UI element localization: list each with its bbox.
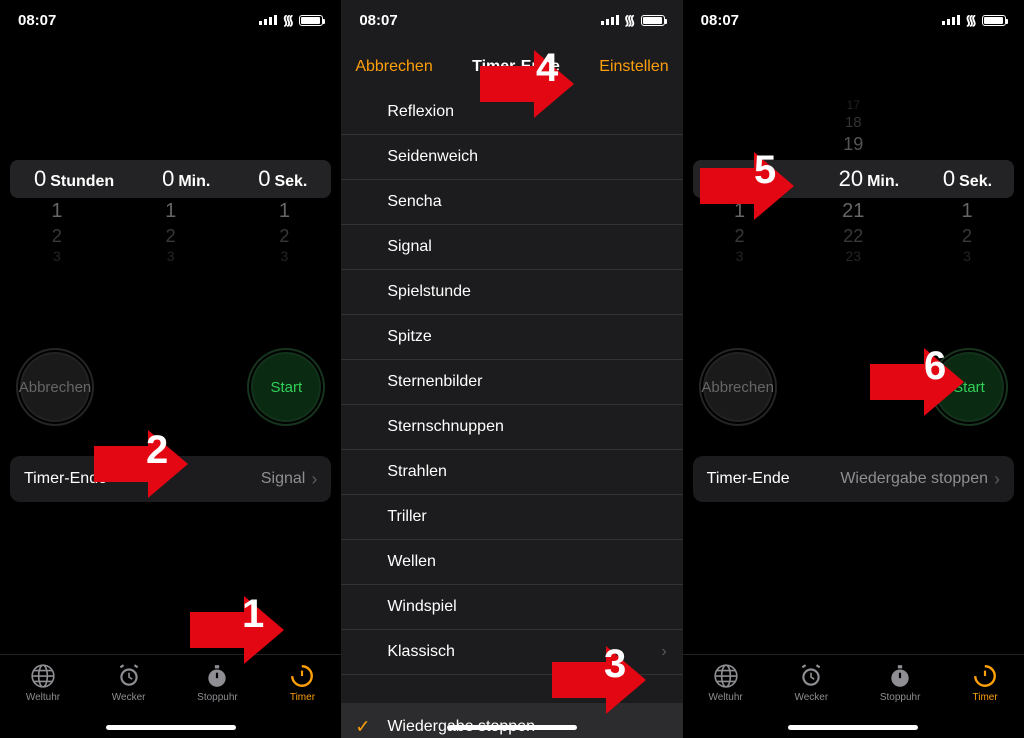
sound-list[interactable]: Reflexion Seidenweich Sencha Signal Spie… [341, 90, 682, 675]
modal-header: Abbrechen Timer-Ende Einstellen [341, 40, 682, 90]
time-picker[interactable]: 0Stunden 0Min. 0Sek. 111 222 333 [0, 160, 341, 198]
tab-stoppuhr[interactable]: Stoppuhr [197, 663, 238, 703]
chevron-right-icon: › [661, 643, 666, 661]
status-icons: ᯾ [259, 11, 323, 30]
sound-option[interactable]: Reflexion [341, 90, 682, 135]
status-time: 08:07 [18, 12, 56, 29]
tab-bar: Weltuhr Wecker Stoppuhr Timer [683, 654, 1024, 738]
sound-option[interactable]: Seidenweich [341, 135, 682, 180]
cancel-button[interactable]: Abbrechen [16, 348, 94, 426]
sound-option[interactable]: Spitze [341, 315, 682, 360]
classic-row[interactable]: Klassisch › [341, 630, 682, 675]
status-time: 08:07 [701, 12, 739, 29]
start-button[interactable]: Start [930, 348, 1008, 426]
tab-timer[interactable]: Timer [289, 663, 315, 703]
wifi-icon: ᯾ [282, 11, 294, 30]
status-time: 08:07 [359, 12, 397, 29]
cellular-icon [942, 15, 960, 25]
timer-end-value: Wiedergabe stoppen [840, 470, 988, 488]
sound-option[interactable]: Spielstunde [341, 270, 682, 315]
sound-option[interactable]: Triller [341, 495, 682, 540]
globe-icon [713, 663, 739, 689]
status-bar: 08:07 ᯾ [0, 0, 341, 40]
screen-2-timer-end-modal: 08:07 ᯾ Abbrechen Timer-Ende Einstellen … [341, 0, 682, 738]
chevron-right-icon: › [994, 470, 1000, 488]
alarm-icon [116, 663, 142, 689]
screen-3-timer: 08:07 ᯾ 17 18 19 0Stunden 20Min. 0Sek. 1… [683, 0, 1024, 738]
start-button[interactable]: Start [247, 348, 325, 426]
wifi-icon: ᯾ [965, 11, 977, 30]
status-icons: ᯾ [601, 11, 665, 30]
status-icons: ᯾ [942, 11, 1006, 30]
modal-cancel-button[interactable]: Abbrechen [355, 58, 432, 76]
checkmark-icon: ✓ [355, 717, 370, 738]
home-indicator[interactable] [788, 725, 918, 730]
timer-end-row[interactable]: Timer-Ende Wiedergabe stoppen › [693, 456, 1014, 502]
sound-option[interactable]: Signal [341, 225, 682, 270]
home-indicator[interactable] [106, 725, 236, 730]
wifi-icon: ᯾ [624, 11, 636, 30]
modal-set-button[interactable]: Einstellen [599, 58, 668, 76]
tab-timer[interactable]: Timer [972, 663, 998, 703]
status-bar: 08:07 ᯾ [341, 0, 682, 40]
battery-icon [299, 15, 323, 26]
stopwatch-icon [887, 663, 913, 689]
picker-selected-row: 0Stunden 20Min. 0Sek. [693, 160, 1014, 198]
status-bar: 08:07 ᯾ [683, 0, 1024, 40]
timer-end-row[interactable]: Timer-Ende Signal › [10, 456, 331, 502]
cancel-button[interactable]: Abbrechen [699, 348, 777, 426]
cellular-icon [259, 15, 277, 25]
tab-weltuhr[interactable]: Weltuhr [708, 663, 742, 703]
timer-end-label: Timer-Ende [24, 470, 107, 488]
screen-1-timer: 08:07 ᯾ 0Stunden 0Min. 0Sek. 111 222 333… [0, 0, 341, 738]
timer-icon [972, 663, 998, 689]
battery-icon [982, 15, 1006, 26]
battery-icon [641, 15, 665, 26]
sound-option[interactable]: Sternenbilder [341, 360, 682, 405]
tab-wecker[interactable]: Wecker [794, 663, 828, 703]
timer-end-label: Timer-Ende [707, 470, 790, 488]
sound-option[interactable]: Wellen [341, 540, 682, 585]
chevron-right-icon: › [311, 470, 317, 488]
modal-title: Timer-Ende [472, 58, 560, 76]
sound-option[interactable]: Sencha [341, 180, 682, 225]
stopwatch-icon [204, 663, 230, 689]
home-indicator[interactable] [447, 725, 577, 730]
tab-bar: Weltuhr Wecker Stoppuhr Timer [0, 654, 341, 738]
sound-option[interactable]: Windspiel [341, 585, 682, 630]
tab-wecker[interactable]: Wecker [112, 663, 146, 703]
cellular-icon [601, 15, 619, 25]
tab-stoppuhr[interactable]: Stoppuhr [880, 663, 921, 703]
sound-option[interactable]: Sternschnuppen [341, 405, 682, 450]
globe-icon [30, 663, 56, 689]
stop-playback-row[interactable]: ✓ Wiedergabe stoppen [341, 703, 682, 738]
time-picker[interactable]: 17 18 19 0Stunden 20Min. 0Sek. 1211 2222… [683, 160, 1024, 198]
tab-weltuhr[interactable]: Weltuhr [26, 663, 60, 703]
alarm-icon [798, 663, 824, 689]
picker-selected-row: 0Stunden 0Min. 0Sek. [10, 160, 331, 198]
timer-icon [289, 663, 315, 689]
timer-end-value: Signal [261, 470, 305, 488]
sound-option[interactable]: Strahlen [341, 450, 682, 495]
